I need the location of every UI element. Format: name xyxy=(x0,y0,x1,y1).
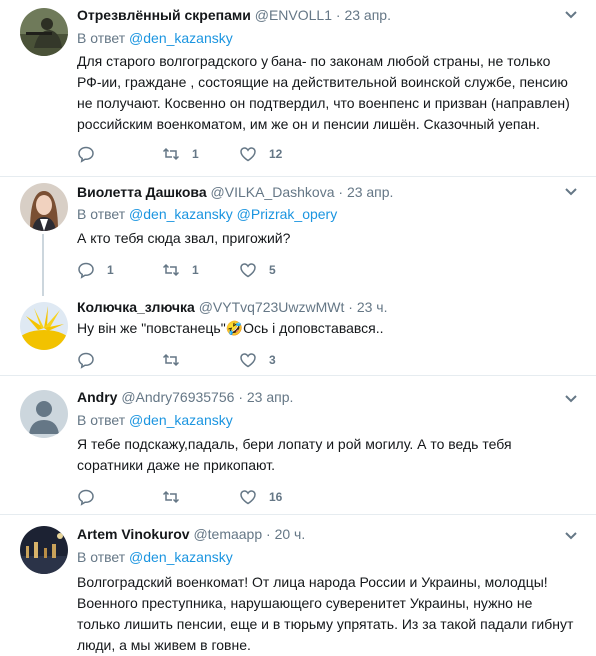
tweet-text: Я тебе подскажу,падаль, бери лопату и ро… xyxy=(77,436,512,473)
tweet-text: Ну він же "повстанець"🤣Ось і доповставав… xyxy=(77,320,384,336)
like-icon xyxy=(240,353,256,368)
separator-dot: · xyxy=(335,7,341,23)
tweet-text: Волгоградский военкомат! От лица народа … xyxy=(77,574,574,653)
tweet-temaapp[interactable]: Artem Vinokurov @temaapp · 20 ч. В ответ… xyxy=(0,515,596,655)
avatar[interactable] xyxy=(20,526,68,574)
reply-prefix: В ответ xyxy=(77,549,126,565)
like-icon xyxy=(240,490,256,505)
avatar[interactable] xyxy=(20,302,68,350)
like-button[interactable]: 5 xyxy=(239,260,276,280)
chevron-down-icon[interactable] xyxy=(564,10,578,20)
reply-button[interactable]: 1 xyxy=(77,260,114,280)
author-handle[interactable]: @ENVOLL1 xyxy=(255,7,332,23)
mention-link-2[interactable]: @Prizrak_opery xyxy=(237,206,338,222)
author-name[interactable]: Andry xyxy=(77,389,117,405)
tweet-envoll1[interactable]: Отрезвлённый скрепами @ENVOLL1 · 23 апр.… xyxy=(0,0,596,176)
tweet-actions: 1 12 xyxy=(77,144,377,164)
timestamp[interactable]: 23 апр. xyxy=(344,7,391,23)
retweet-button[interactable]: 1 xyxy=(162,144,199,164)
chevron-down-icon[interactable] xyxy=(564,531,578,541)
retweet-button[interactable] xyxy=(162,350,180,370)
reply-button[interactable] xyxy=(77,487,95,507)
retweet-icon xyxy=(162,263,180,277)
like-count: 3 xyxy=(269,353,276,367)
reply-icon xyxy=(78,262,94,279)
retweet-icon xyxy=(162,490,180,504)
reply-button[interactable] xyxy=(77,350,95,370)
separator-dot: · xyxy=(348,299,353,315)
like-button[interactable]: 12 xyxy=(239,144,282,164)
retweet-count: 1 xyxy=(192,147,199,161)
reply-icon xyxy=(78,352,94,369)
tweet-vilka-dashkova[interactable]: Виолетта Дашкова @VILKA_Dashkova · 23 ап… xyxy=(0,177,596,294)
mention-link[interactable]: @den_kazansky xyxy=(129,549,233,565)
tweet-header: Artem Vinokurov @temaapp · 20 ч. xyxy=(77,525,305,543)
author-name[interactable]: Виолетта Дашкова xyxy=(77,184,207,200)
tweet-header: Колючка_злючка @VYTvq723UwzwMWt · 23 ч. xyxy=(77,298,387,316)
mention-link[interactable]: @den_kazansky xyxy=(129,412,233,428)
timestamp[interactable]: 23 апр. xyxy=(247,389,294,405)
tweet-header: Andry @Andry76935756 · 23 апр. xyxy=(77,388,293,406)
chevron-down-icon[interactable] xyxy=(564,394,578,404)
timestamp[interactable]: 23 ч. xyxy=(357,299,388,315)
timestamp[interactable]: 23 апр. xyxy=(347,184,394,200)
retweet-icon xyxy=(162,147,180,161)
reply-icon xyxy=(78,146,94,163)
tweet-actions: 16 xyxy=(77,487,377,507)
tweet-text: А кто тебя сюда звал, пригожий? xyxy=(77,230,291,246)
author-name[interactable]: Колючка_злючка xyxy=(77,299,195,315)
like-count: 12 xyxy=(269,147,283,161)
author-name[interactable]: Artem Vinokurov xyxy=(77,526,190,542)
author-handle[interactable]: @Andry76935756 xyxy=(121,389,234,405)
retweet-button[interactable] xyxy=(162,487,180,507)
author-handle[interactable]: @VILKA_Dashkova xyxy=(211,184,335,200)
separator-dot: · xyxy=(338,184,344,200)
author-handle[interactable]: @VYTvq723UwzwMWt xyxy=(199,299,345,315)
retweet-icon xyxy=(162,353,180,367)
retweet-button[interactable]: 1 xyxy=(162,260,199,280)
separator-dot: · xyxy=(238,389,243,405)
avatar[interactable] xyxy=(20,8,68,56)
like-count: 5 xyxy=(269,263,276,277)
tweet-vytvq723[interactable]: Колючка_злючка @VYTvq723UwzwMWt · 23 ч. … xyxy=(0,294,596,375)
tweet-header: Отрезвлённый скрепами @ENVOLL1 · 23 апр. xyxy=(77,6,391,24)
like-icon xyxy=(240,263,256,278)
like-icon xyxy=(240,147,256,162)
like-count: 16 xyxy=(269,490,283,504)
avatar[interactable] xyxy=(20,390,68,438)
separator-dot: · xyxy=(266,526,271,542)
mention-link[interactable]: @den_kazansky xyxy=(129,206,233,222)
reply-context: В ответ @den_kazansky xyxy=(77,411,233,429)
mention-link[interactable]: @den_kazansky xyxy=(129,30,233,46)
author-handle[interactable]: @temaapp xyxy=(193,526,262,542)
reply-context: В ответ @den_kazansky xyxy=(77,548,233,566)
avatar[interactable] xyxy=(20,183,68,231)
reply-context: В ответ @den_kazansky @Prizrak_opery xyxy=(77,205,337,223)
tweet-actions: 1 1 5 xyxy=(77,260,377,280)
like-button[interactable]: 16 xyxy=(239,487,282,507)
reply-context: В ответ @den_kazansky xyxy=(77,29,233,47)
author-name[interactable]: Отрезвлённый скрепами xyxy=(77,7,251,23)
reply-count: 1 xyxy=(107,263,114,277)
retweet-count: 1 xyxy=(192,263,199,277)
timestamp[interactable]: 20 ч. xyxy=(275,526,306,542)
reply-icon xyxy=(78,489,94,506)
like-button[interactable]: 3 xyxy=(239,350,276,370)
reply-prefix: В ответ xyxy=(77,412,126,428)
reply-button[interactable] xyxy=(77,144,95,164)
tweet-text: Для старого волгоградского у бана- по за… xyxy=(77,53,570,132)
reply-prefix: В ответ xyxy=(77,30,126,46)
tweet-header: Виолетта Дашкова @VILKA_Dashkova · 23 ап… xyxy=(77,183,393,201)
tweet-actions: 3 xyxy=(77,350,377,370)
tweet-andry[interactable]: Andry @Andry76935756 · 23 апр. В ответ @… xyxy=(0,376,596,514)
chevron-down-icon[interactable] xyxy=(564,187,578,197)
reply-prefix: В ответ xyxy=(77,206,126,222)
